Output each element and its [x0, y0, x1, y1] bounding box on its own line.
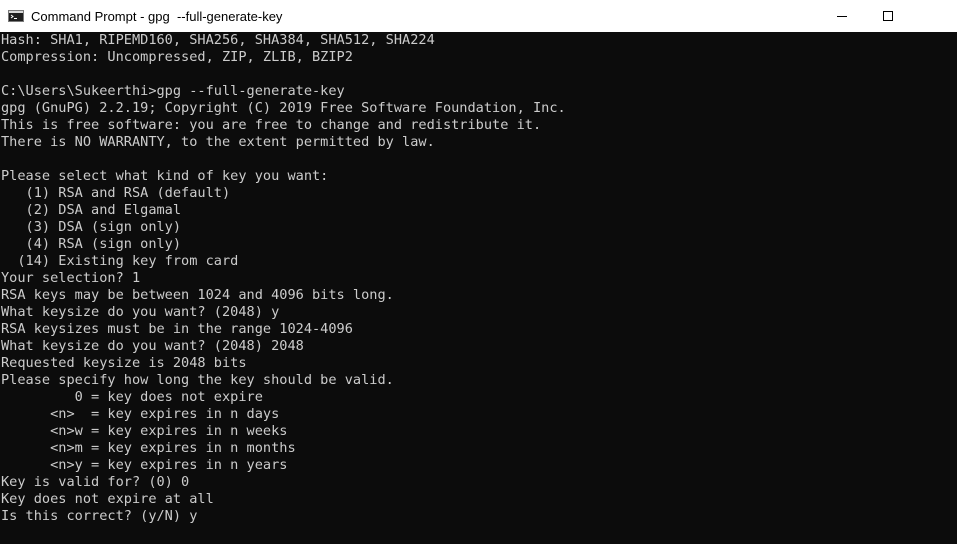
console-line: RSA keysizes must be in the range 1024-4…	[1, 321, 353, 337]
cmd-icon[interactable]	[8, 10, 24, 22]
console-text: Hash: SHA1, RIPEMD160, SHA256, SHA384, S…	[0, 32, 957, 525]
window-title: Command Prompt - gpg --full-generate-key	[31, 8, 283, 24]
command-prompt-window: Command Prompt - gpg --full-generate-key…	[0, 0, 957, 544]
console-line: Is this correct? (y/N) y	[1, 508, 198, 524]
console-line: Please select what kind of key you want:	[1, 168, 329, 184]
console-line: gpg (GnuPG) 2.2.19; Copyright (C) 2019 F…	[1, 100, 566, 116]
console-line: There is NO WARRANTY, to the extent perm…	[1, 134, 435, 150]
console-line: Your selection? 1	[1, 270, 141, 286]
maximize-icon	[883, 11, 893, 21]
console-line: RSA keys may be between 1024 and 4096 bi…	[1, 287, 394, 303]
console-line: What keysize do you want? (2048) 2048	[1, 338, 304, 354]
minimize-icon	[837, 16, 847, 17]
console-line: (2) DSA and Elgamal	[1, 202, 182, 218]
minimize-button[interactable]	[819, 0, 865, 32]
console-line: Key does not expire at all	[1, 491, 214, 507]
console-line: 0 = key does not expire	[1, 389, 263, 405]
console-line: C:\Users\Sukeerthi>gpg --full-generate-k…	[1, 83, 345, 99]
console-line: Hash: SHA1, RIPEMD160, SHA256, SHA384, S…	[1, 32, 435, 48]
console-line: <n>w = key expires in n weeks	[1, 423, 288, 439]
close-button-area[interactable]	[911, 0, 957, 32]
console-output[interactable]: Hash: SHA1, RIPEMD160, SHA256, SHA384, S…	[0, 32, 957, 544]
console-line: (3) DSA (sign only)	[1, 219, 182, 235]
title-bar[interactable]: Command Prompt - gpg --full-generate-key	[0, 0, 957, 32]
console-line: Key is valid for? (0) 0	[1, 474, 190, 490]
console-line: What keysize do you want? (2048) y	[1, 304, 280, 320]
console-line: (1) RSA and RSA (default)	[1, 185, 231, 201]
console-line: Requested keysize is 2048 bits	[1, 355, 247, 371]
console-line: <n>m = key expires in n months	[1, 440, 296, 456]
maximize-button[interactable]	[865, 0, 911, 32]
console-line: Compression: Uncompressed, ZIP, ZLIB, BZ…	[1, 49, 353, 65]
console-line: This is free software: you are free to c…	[1, 117, 542, 133]
console-line: Please specify how long the key should b…	[1, 372, 394, 388]
console-line: (14) Existing key from card	[1, 253, 239, 269]
console-line: (4) RSA (sign only)	[1, 236, 182, 252]
console-line: <n>y = key expires in n years	[1, 457, 288, 473]
console-line: <n> = key expires in n days	[1, 406, 280, 422]
